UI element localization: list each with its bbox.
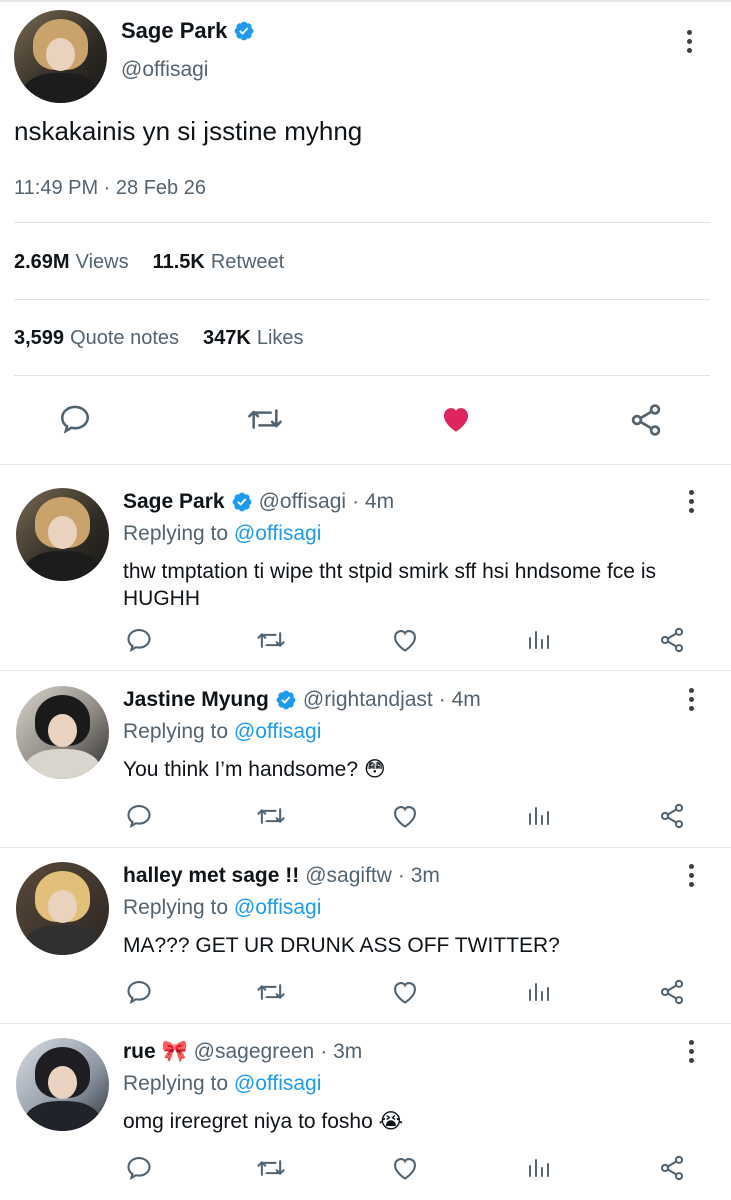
verified-badge-icon <box>235 21 254 41</box>
reply-actions <box>0 802 731 842</box>
divider <box>0 464 731 465</box>
more-options-icon[interactable] <box>689 864 697 891</box>
replying-to-link[interactable]: @offisagi <box>234 522 321 545</box>
more-options-icon[interactable] <box>689 688 697 715</box>
reply-actions <box>0 626 731 666</box>
avatar[interactable] <box>14 10 107 103</box>
reply-text: thw tmptation ti wipe tht stpid smirk sf… <box>123 560 656 610</box>
avatar[interactable] <box>16 862 109 955</box>
replying-to-link[interactable]: @offisagi <box>234 720 321 743</box>
author-name[interactable]: halley met sage !! <box>123 864 299 888</box>
replying-to: Replying to @offisagi <box>123 720 322 743</box>
share-icon[interactable] <box>658 978 686 1006</box>
tweet-text: nskakainis yn si jsstine myhng <box>14 116 363 146</box>
author-name[interactable]: Sage Park <box>121 18 227 44</box>
reply-time: · 3m <box>320 1040 363 1063</box>
retweet-icon[interactable] <box>245 402 285 436</box>
reply-header: Sage Park @offisagi · 4m <box>123 490 394 514</box>
replying-to: Replying to @offisagi <box>123 896 322 919</box>
reply-icon[interactable] <box>125 1154 153 1182</box>
replying-to-link[interactable]: @offisagi <box>234 1072 321 1095</box>
likes-stat[interactable]: 347K Likes <box>203 327 304 350</box>
author-name-row[interactable]: Sage Park <box>121 18 255 44</box>
stats-row-2: 3,599 Quote notes 347K Likes <box>14 327 304 350</box>
divider <box>14 222 710 223</box>
reply-time: · 4m <box>352 490 395 513</box>
more-options-icon[interactable] <box>689 490 697 517</box>
replying-to-link[interactable]: @offisagi <box>234 896 321 919</box>
views-stat[interactable]: 2.69M Views <box>14 251 129 274</box>
main-tweet: Sage Park @offisagi nskakainis yn si jss… <box>0 0 731 465</box>
replying-to: Replying to @offisagi <box>123 522 322 545</box>
avatar[interactable] <box>16 1038 109 1131</box>
like-icon[interactable] <box>390 626 420 654</box>
share-icon[interactable] <box>658 802 686 830</box>
like-icon[interactable] <box>390 802 420 830</box>
author-handle[interactable]: @offisagi <box>259 490 346 514</box>
divider <box>14 375 710 376</box>
author-handle[interactable]: @offisagi <box>121 58 208 82</box>
views-icon[interactable] <box>526 802 550 830</box>
reply-tweet[interactable]: Sage Park @offisagi · 4m Replying to @of… <box>0 474 731 671</box>
reply-header: rue 🎀 @sagegreen · 3m <box>123 1040 362 1064</box>
verified-badge-icon <box>276 690 296 710</box>
author-name[interactable]: Sage Park <box>123 490 225 514</box>
author-name[interactable]: Jastine Myung <box>123 688 269 712</box>
reply-text: You think I’m handsome? 😳 <box>123 758 386 781</box>
author-handle[interactable]: @sagiftw <box>305 864 392 888</box>
more-options-icon[interactable] <box>687 30 695 57</box>
avatar[interactable] <box>16 488 109 581</box>
reply-text: MA??? GET UR DRUNK ASS OFF TWITTER? <box>123 934 560 957</box>
share-icon[interactable] <box>658 1154 686 1182</box>
retweet-stat[interactable]: 11.5K Retweet <box>153 251 285 274</box>
tweet-timestamp: 11:49 PM · 28 Feb 26 <box>14 177 206 199</box>
author-handle[interactable]: @sagegreen <box>194 1040 315 1064</box>
retweet-icon[interactable] <box>255 1154 287 1182</box>
reply-actions <box>0 1154 731 1194</box>
reply-text: omg ireregret niya to fosho 😭 <box>123 1110 404 1133</box>
reply-time: · 3m <box>397 864 440 887</box>
share-icon[interactable] <box>658 626 686 654</box>
quotes-stat[interactable]: 3,599 Quote notes <box>14 327 179 350</box>
retweet-icon[interactable] <box>255 978 287 1006</box>
reply-time: · 4m <box>438 688 481 711</box>
author-handle[interactable]: @rightandjast <box>303 688 433 712</box>
reply-icon[interactable] <box>58 402 92 436</box>
like-icon[interactable] <box>438 402 474 436</box>
stats-row-1: 2.69M Views 11.5K Retweet <box>14 251 284 274</box>
replying-to: Replying to @offisagi <box>123 1072 322 1095</box>
avatar[interactable] <box>16 686 109 779</box>
reply-tweet[interactable]: rue 🎀 @sagegreen · 3m Replying to @offis… <box>0 1024 731 1200</box>
retweet-icon[interactable] <box>255 626 287 654</box>
reply-icon[interactable] <box>125 802 153 830</box>
share-icon[interactable] <box>628 402 664 438</box>
author-name[interactable]: rue 🎀 <box>123 1040 188 1064</box>
reply-tweet[interactable]: halley met sage !! @sagiftw · 3m Replyin… <box>0 848 731 1024</box>
more-options-icon[interactable] <box>689 1040 697 1067</box>
reply-tweet[interactable]: Jastine Myung @rightandjast · 4m Replyin… <box>0 672 731 848</box>
views-icon[interactable] <box>526 626 550 654</box>
reply-header: halley met sage !! @sagiftw · 3m <box>123 864 440 888</box>
views-icon[interactable] <box>526 1154 550 1182</box>
like-icon[interactable] <box>390 978 420 1006</box>
retweet-icon[interactable] <box>255 802 287 830</box>
reply-icon[interactable] <box>125 626 153 654</box>
verified-badge-icon <box>232 492 251 512</box>
views-icon[interactable] <box>526 978 550 1006</box>
divider <box>14 299 710 300</box>
reply-actions <box>0 978 731 1018</box>
reply-icon[interactable] <box>125 978 153 1006</box>
reply-header: Jastine Myung @rightandjast · 4m <box>123 688 481 712</box>
like-icon[interactable] <box>390 1154 420 1182</box>
